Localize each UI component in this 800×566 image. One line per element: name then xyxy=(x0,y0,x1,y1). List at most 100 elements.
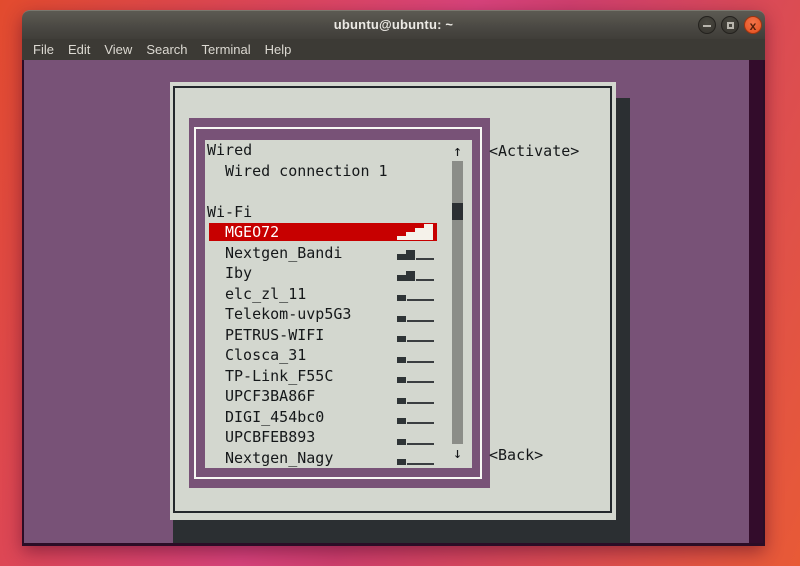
dialog-shadow-bottom xyxy=(173,520,630,546)
list-item[interactable]: MGEO72 xyxy=(205,222,472,243)
signal-baseline xyxy=(416,279,434,281)
signal-bar xyxy=(424,224,433,240)
terminal-window: ubuntu@ubuntu: ~ x File Edit View Search… xyxy=(22,10,765,546)
signal-strength-icon xyxy=(397,223,435,240)
list-item[interactable]: UPCF3BA86F xyxy=(205,386,472,407)
window-title: ubuntu@ubuntu: ~ xyxy=(22,17,765,32)
network-name: Nextgen_Nagy xyxy=(225,448,333,469)
signal-strength-icon xyxy=(397,305,435,322)
maximize-button[interactable] xyxy=(721,16,739,34)
signal-baseline xyxy=(407,463,434,465)
scroll-up-icon[interactable]: ↑ xyxy=(451,142,464,162)
signal-strength-icon xyxy=(397,366,435,383)
signal-bar xyxy=(397,254,406,260)
signal-strength-icon xyxy=(397,428,435,445)
signal-strength-icon xyxy=(397,264,435,281)
signal-bar xyxy=(406,250,415,260)
dialog-shadow-right xyxy=(616,98,630,546)
signal-baseline xyxy=(407,361,434,363)
network-name: elc_zl_11 xyxy=(225,284,306,305)
list-item[interactable]: Telekom-uvp5G3 xyxy=(205,304,472,325)
titlebar[interactable]: ubuntu@ubuntu: ~ x xyxy=(22,10,765,39)
signal-bar xyxy=(397,295,406,301)
signal-bar xyxy=(397,316,406,322)
signal-bar xyxy=(415,228,424,240)
signal-strength-icon xyxy=(397,448,435,465)
signal-bar xyxy=(406,232,415,240)
back-button[interactable]: <Back> xyxy=(489,445,543,465)
minimize-button[interactable] xyxy=(698,16,716,34)
nmtui-dialog: Wired Wired connection 1 Wi-Fi MGEO72 Ne… xyxy=(170,82,616,520)
signal-strength-icon xyxy=(397,346,435,363)
signal-baseline xyxy=(407,422,434,424)
signal-baseline xyxy=(407,320,434,322)
menu-search[interactable]: Search xyxy=(139,42,194,57)
network-list: Wired Wired connection 1 Wi-Fi MGEO72 Ne… xyxy=(205,140,472,468)
desktop-wallpaper: ubuntu@ubuntu: ~ x File Edit View Search… xyxy=(0,0,800,566)
signal-bar xyxy=(397,459,406,465)
signal-strength-icon xyxy=(397,387,435,404)
terminal-viewport: Wired Wired connection 1 Wi-Fi MGEO72 Ne… xyxy=(22,60,765,546)
scrollbar[interactable]: ↑ ↓ xyxy=(451,140,464,468)
listbox-frame: Wired Wired connection 1 Wi-Fi MGEO72 Ne… xyxy=(189,118,490,488)
menu-edit[interactable]: Edit xyxy=(61,42,97,57)
network-name: DIGI_454bc0 xyxy=(225,407,324,428)
network-name: Wi-Fi xyxy=(207,202,252,223)
network-name: Nextgen_Bandi xyxy=(225,243,342,264)
minimize-icon xyxy=(703,25,711,27)
list-item[interactable]: Wi-Fi xyxy=(205,202,472,223)
network-name: PETRUS-WIFI xyxy=(225,325,324,346)
list-item[interactable]: Nextgen_Bandi xyxy=(205,243,472,264)
signal-strength-icon xyxy=(397,407,435,424)
scroll-down-icon[interactable]: ↓ xyxy=(451,444,464,464)
menu-terminal[interactable]: Terminal xyxy=(195,42,258,57)
menu-help[interactable]: Help xyxy=(258,42,299,57)
signal-bar xyxy=(397,377,406,383)
menubar: File Edit View Search Terminal Help xyxy=(22,39,765,60)
signal-strength-icon xyxy=(397,325,435,342)
signal-bar xyxy=(397,418,406,424)
signal-bar xyxy=(397,336,406,342)
signal-bar xyxy=(397,398,406,404)
signal-bar xyxy=(406,271,415,281)
terminal-right-padding xyxy=(749,60,763,543)
list-item[interactable] xyxy=(205,181,472,202)
menu-file[interactable]: File xyxy=(26,42,61,57)
signal-bar xyxy=(397,357,406,363)
maximize-icon xyxy=(727,22,734,29)
close-button[interactable]: x xyxy=(744,16,762,34)
list-item[interactable]: Nextgen_Nagy xyxy=(205,448,472,469)
network-name: TP-Link_F55C xyxy=(225,366,333,387)
signal-bar xyxy=(397,275,406,281)
list-item[interactable]: Closca_31 xyxy=(205,345,472,366)
signal-baseline xyxy=(416,258,434,260)
network-name: UPCF3BA86F xyxy=(225,386,315,407)
menu-view[interactable]: View xyxy=(97,42,139,57)
list-item[interactable]: Wired connection 1 xyxy=(205,161,472,182)
list-item[interactable]: elc_zl_11 xyxy=(205,284,472,305)
close-icon: x xyxy=(745,18,761,34)
scrollbar-thumb[interactable] xyxy=(452,203,463,220)
list-item[interactable]: DIGI_454bc0 xyxy=(205,407,472,428)
list-item[interactable]: PETRUS-WIFI xyxy=(205,325,472,346)
signal-baseline xyxy=(407,299,434,301)
network-name: UPCBFEB893 xyxy=(225,427,315,448)
signal-baseline xyxy=(407,381,434,383)
signal-bar xyxy=(397,439,406,445)
list-item[interactable]: UPCBFEB893 xyxy=(205,427,472,448)
signal-baseline xyxy=(407,402,434,404)
network-name: Iby xyxy=(225,263,252,284)
signal-baseline xyxy=(407,443,434,445)
activate-button[interactable]: <Activate> xyxy=(489,141,579,161)
list-item[interactable]: Iby xyxy=(205,263,472,284)
network-name: Telekom-uvp5G3 xyxy=(225,304,351,325)
list-item[interactable]: TP-Link_F55C xyxy=(205,366,472,387)
network-name: MGEO72 xyxy=(225,222,279,243)
signal-bar xyxy=(397,236,406,240)
list-item[interactable]: Wired xyxy=(205,140,472,161)
signal-strength-icon xyxy=(397,243,435,260)
network-name: Wired connection 1 xyxy=(225,161,388,182)
signal-strength-icon xyxy=(397,284,435,301)
network-name: Closca_31 xyxy=(225,345,306,366)
window-controls: x xyxy=(698,16,762,34)
